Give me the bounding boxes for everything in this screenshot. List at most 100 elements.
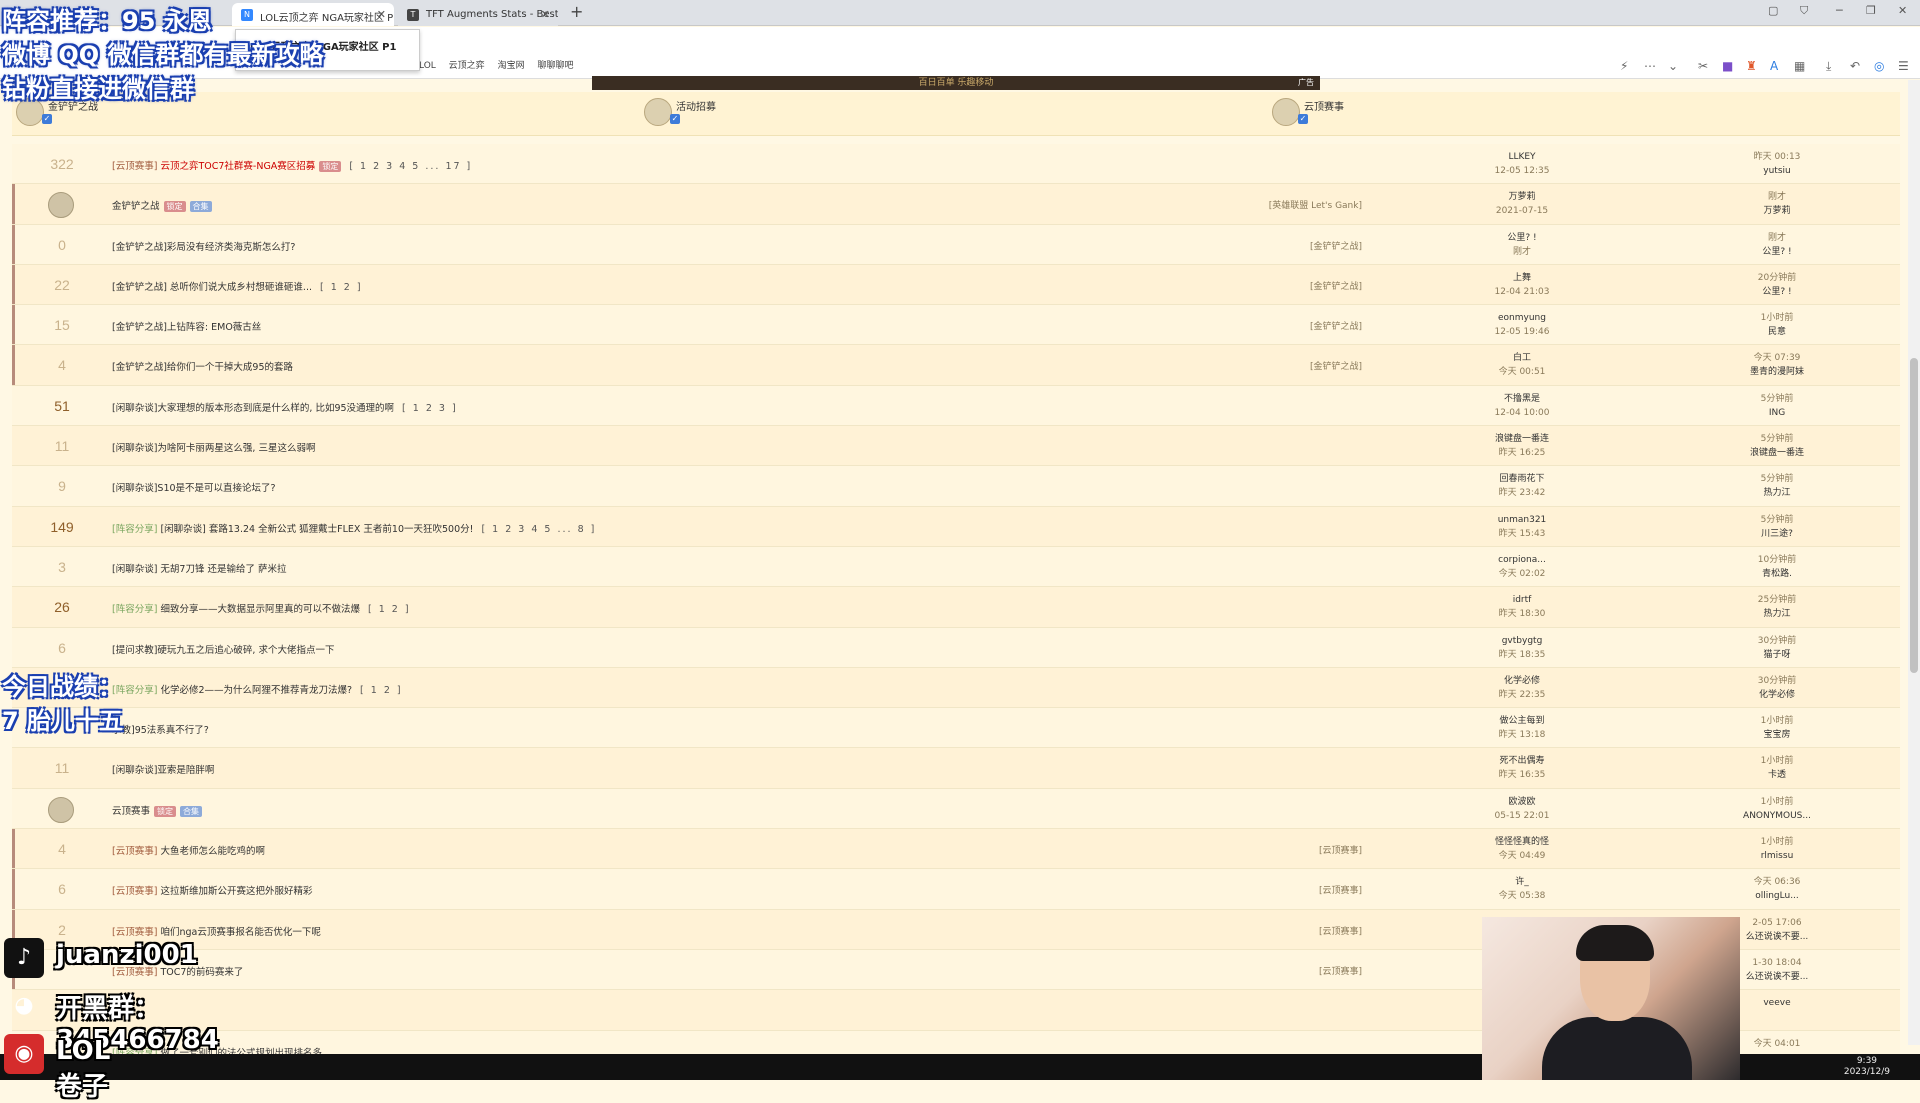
page-links[interactable]: [ 1 2 3 4 5 ... 8 ] (481, 524, 596, 535)
last-reply-time[interactable]: 20分钟前 (1702, 271, 1852, 285)
topic-row[interactable]: 0 [金铲铲之战]彩局没有经济类海克斯怎么打? [金铲铲之战] 公里? ! 刚才 刚才 公里… (12, 224, 1900, 265)
topic-title[interactable]: [闲聊杂谈]S10是不是可以直接论坛了? (112, 480, 276, 494)
topic-title-text[interactable]: [闲聊杂谈]S10是不是可以直接论坛了? (112, 483, 276, 494)
last-reply-time[interactable]: 刚才 (1702, 231, 1852, 245)
topic-title-text[interactable]: [提问求教]硬玩九五之后追心破碎, 求个大佬指点一下 (112, 645, 334, 656)
topic-title[interactable]: [云顶赛事] 大鱼老师怎么能吃鸡的啊 (112, 843, 265, 857)
last-reply-time[interactable]: 30分钟前 (1702, 634, 1852, 648)
topic-title-text[interactable]: [闲聊杂谈]亚索是陪胖啊 (112, 765, 214, 776)
topic-title[interactable]: [云顶赛事] 这拉斯维加斯公开赛这把外服好精彩 (112, 883, 312, 897)
topic-title-text[interactable]: [闲聊杂谈]为啥阿卡丽两星这么强, 三星这么弱啊 (112, 443, 315, 454)
author-name[interactable]: 回春雨花下 (1452, 472, 1592, 486)
extension-icon[interactable]: ■ (1722, 59, 1733, 73)
author-name[interactable]: 化学必修 (1452, 674, 1592, 688)
topic-row[interactable]: 11 [闲聊杂谈]亚索是陪胖啊 死不出偶寿 昨天 16:35 1小时前 卡透 (12, 748, 1900, 789)
bookmark-item[interactable]: 云顶之弈 (449, 61, 485, 71)
shirt-icon[interactable]: ⛉ (1800, 4, 1808, 18)
page-links[interactable]: [ 1 2 ] (320, 282, 363, 293)
author-name[interactable]: gvtbygtg (1452, 634, 1592, 648)
topic-row[interactable]: 9 [闲聊杂谈]S10是不是可以直接论坛了? 回春雨花下 昨天 23:42 5分钟前 热力… (12, 466, 1900, 507)
close-window-button[interactable]: ✕ (1898, 4, 1907, 17)
last-reply-time[interactable]: 5分钟前 (1702, 392, 1852, 406)
chevron-down-icon[interactable]: ⌄ (1668, 59, 1678, 73)
topic-row[interactable]: 15 [金铲铲之战]上钻阵容: EMO薇古丝 [金铲铲之战] eonmyung 12-0… (12, 305, 1900, 346)
topic-category[interactable]: [金铲铲之战] (1182, 359, 1362, 372)
last-reply-user[interactable]: 宝宝房 (1702, 728, 1852, 742)
more-icon[interactable]: ⋯ (1644, 59, 1656, 73)
topic-title-text[interactable]: 金铲铲之战 (112, 201, 160, 212)
last-reply-user[interactable]: 化学必修 (1702, 688, 1852, 702)
topic-category[interactable]: [云顶赛事] (1182, 883, 1362, 896)
topic-title[interactable]: 金铲铲之战 锁定 合集 (112, 198, 212, 213)
topic-row[interactable]: 云顶赛事 锁定 合集 欧波欧 05-15 22:01 1小时前 ANONYMOUS... (12, 788, 1900, 830)
last-reply-time[interactable]: 5分钟前 (1702, 513, 1852, 527)
last-reply-user[interactable]: 热力江 (1702, 607, 1852, 621)
topic-tag[interactable]: [云顶赛事] (112, 886, 157, 897)
topic-row[interactable]: 求教]95法系真不行了? 做公主每到 昨天 13:18 1小时前 宝宝房 (12, 708, 1900, 749)
bookmark-item[interactable]: 聊聊聊吧 (537, 61, 573, 71)
last-reply-user[interactable]: 猫子呀 (1702, 648, 1852, 662)
topic-row[interactable]: 金铲铲之战 锁定 合集 [英雄联盟 Let's Gank] 万萝莉 2021-07-15 刚… (12, 184, 1900, 225)
author-name[interactable]: 死不出偶寿 (1452, 754, 1592, 768)
last-reply-user[interactable]: 热力江 (1702, 486, 1852, 500)
last-reply-time[interactable]: 5分钟前 (1702, 432, 1852, 446)
topic-title-text[interactable]: 咱们nga云顶赛事报名能否优化一下呢 (160, 927, 320, 938)
last-reply-user[interactable]: ANONYMOUS... (1702, 809, 1852, 823)
author-name[interactable]: eonmyung (1452, 311, 1592, 325)
topic-title[interactable]: [云顶赛事] 云顶之弈TOC7社群赛-NGA赛区招募 锁定 [ 1 2 3 4 5 … (112, 158, 472, 172)
topic-title-text[interactable]: [闲聊杂谈] 无胡7刀锋 还是输给了 萨米拉 (112, 564, 287, 575)
author-name[interactable]: 做公主每到 (1452, 714, 1592, 728)
last-reply-user[interactable]: 浪键盘一番连 (1702, 446, 1852, 460)
topic-row[interactable]: 6 [提问求教]硬玩九五之后追心破碎, 求个大佬指点一下 gvtbygtg 昨天 18… (12, 627, 1900, 668)
topic-tag[interactable]: [云顶赛事] (112, 927, 157, 938)
topic-tag[interactable]: [阵容分享] (112, 524, 157, 535)
topic-tag[interactable]: [云顶赛事] (112, 161, 157, 172)
topic-title-text[interactable]: 云顶之弈TOC7社群赛-NGA赛区招募 (160, 161, 315, 172)
checkbox[interactable]: ✓ (670, 114, 680, 124)
topic-tag[interactable]: [阵容分享] (112, 604, 157, 615)
browser-logo-icon[interactable]: ◎ (1874, 59, 1884, 73)
topic-title[interactable]: [闲聊杂谈] 无胡7刀锋 还是输给了 萨米拉 (112, 561, 287, 575)
scrollbar-thumb[interactable] (1910, 358, 1918, 673)
topic-title[interactable]: 求教]95法系真不行了? (112, 722, 209, 736)
author-name[interactable]: unman321 (1452, 513, 1592, 527)
last-reply-time[interactable]: 今天 07:39 (1702, 351, 1852, 365)
topic-row[interactable]: 22 [金铲铲之战] 总听你们说大成乡村想砸谁砸谁...[ 1 2 ] [金铲铲之战… (12, 264, 1900, 306)
last-reply-user[interactable]: 青松路. (1702, 567, 1852, 581)
page-links[interactable]: [ 1 2 ] (368, 604, 411, 615)
undo-icon[interactable]: ↶ (1850, 59, 1860, 73)
topic-title[interactable]: [闲聊杂谈]亚索是陪胖啊 (112, 762, 214, 776)
restore-button[interactable]: ❐ (1866, 4, 1876, 17)
author-name[interactable]: 上舞 (1452, 271, 1592, 285)
minimize-button[interactable]: ─ (1836, 4, 1843, 17)
last-reply-user[interactable]: 川三途? (1702, 527, 1852, 541)
new-tab-button[interactable]: + (570, 2, 583, 21)
last-reply-user[interactable]: 墨青的漫阿妹 (1702, 365, 1852, 379)
last-reply-time[interactable]: 刚才 (1702, 190, 1852, 204)
last-reply-time[interactable]: 1小时前 (1702, 835, 1852, 849)
topic-title-text[interactable]: 这拉斯维加斯公开赛这把外服好精彩 (160, 886, 312, 897)
author-name[interactable]: 怪怪怪真的怪 (1452, 835, 1592, 849)
tab-tft[interactable]: T TFT Augments Stats - Best ✕ (398, 3, 558, 26)
topic-row[interactable]: 26 [阵容分享] 细致分享——大数据显示阿里真的可以不做法爆 [ 1 2 ] idr… (12, 587, 1900, 628)
close-icon[interactable]: ✕ (541, 8, 550, 21)
topic-title-text[interactable]: 细致分享——大数据显示阿里真的可以不做法爆 (160, 604, 360, 615)
topic-title[interactable]: [阵容分享] [闲聊杂谈] 套路13.24 全新公式 狐狸戴士FLEX 王者前1… (112, 521, 596, 535)
bookmark-item[interactable]: 淘宝网 (498, 61, 525, 71)
topic-category[interactable]: [金铲铲之战] (1182, 239, 1362, 252)
topic-title[interactable]: [金铲铲之战]彩局没有经济类海克斯怎么打? (112, 239, 295, 253)
author-name[interactable]: 白工 (1452, 351, 1592, 365)
topic-row[interactable]: 6 [云顶赛事] 这拉斯维加斯公开赛这把外服好精彩 [云顶赛事] 许_ 今天 05:38… (12, 869, 1900, 910)
author-name[interactable]: 公里? ! (1452, 231, 1592, 245)
topic-title-text[interactable]: 求教]95法系真不行了? (112, 725, 209, 736)
topic-row[interactable]: 4 [云顶赛事] 大鱼老师怎么能吃鸡的啊 [云顶赛事] 怪怪怪真的怪 今天 04:49 1… (12, 829, 1900, 870)
last-reply-user[interactable]: ollingLu... (1702, 889, 1852, 903)
author-name[interactable]: 万萝莉 (1452, 190, 1592, 204)
topic-title-text[interactable]: 化学必修2——为什么阿狸不推荐青龙刀法爆? (160, 685, 352, 696)
topic-title-text[interactable]: [金铲铲之战]给你们一个干掉大成95的套路 (112, 362, 293, 373)
game-icon[interactable]: ♜ (1746, 59, 1757, 73)
topic-title-text[interactable]: 大鱼老师怎么能吃鸡的啊 (160, 846, 265, 857)
last-reply-user[interactable]: 公里? ! (1702, 245, 1852, 259)
last-reply-user[interactable]: 万萝莉 (1702, 204, 1852, 218)
last-reply-time[interactable]: 今天 06:36 (1702, 875, 1852, 889)
